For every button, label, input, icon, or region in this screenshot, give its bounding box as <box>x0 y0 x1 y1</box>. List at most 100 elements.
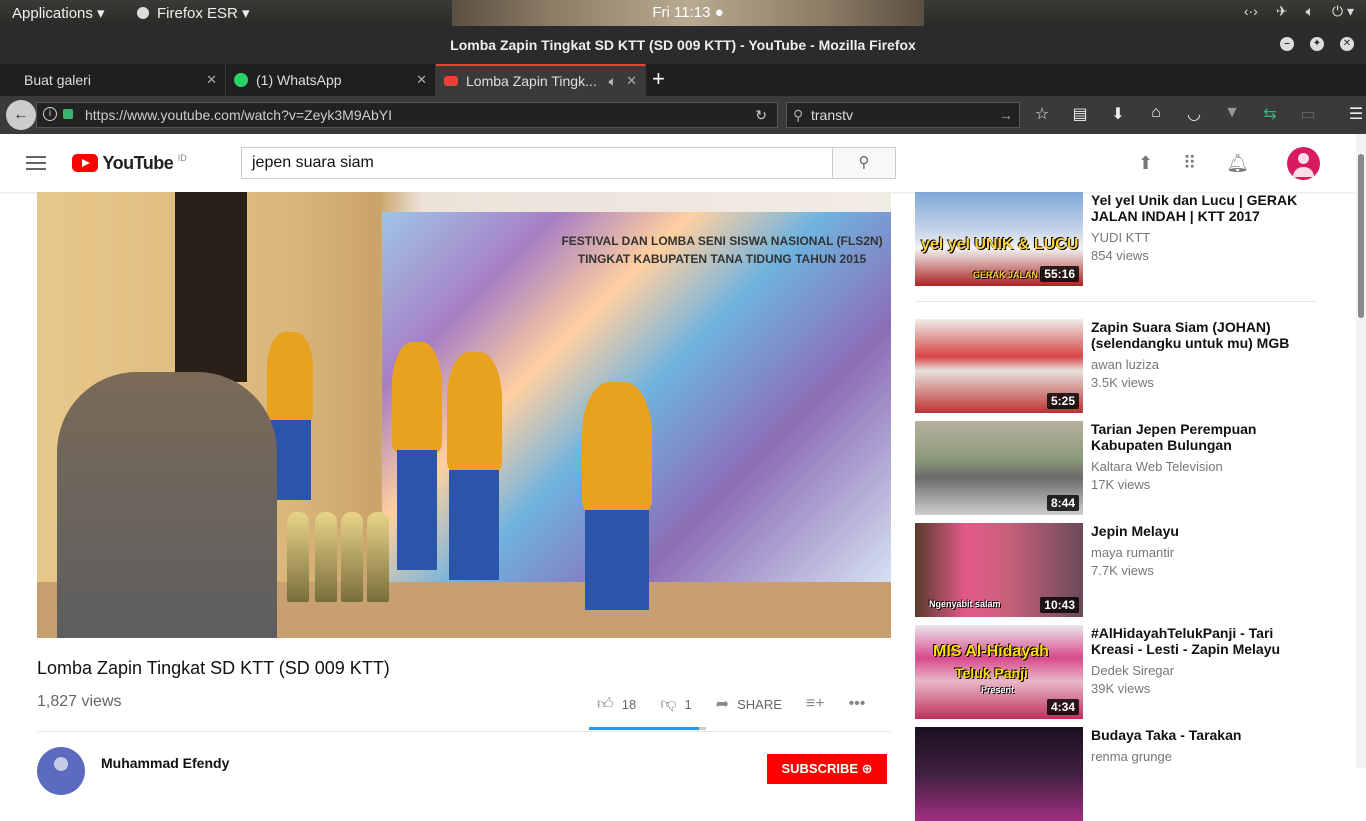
close-tab-icon[interactable]: ✕ <box>206 64 217 96</box>
thumbnail-overlay-text: GERAK JALAN IN <box>973 270 1050 280</box>
share-button[interactable]: ➦ SHARE <box>716 694 782 714</box>
window-title: Lomba Zapin Tingkat SD KTT (SD 009 KTT) … <box>450 37 916 53</box>
dancer <box>447 352 502 472</box>
youtube-logo[interactable]: YouTube ID <box>72 153 187 174</box>
close-tab-icon[interactable]: ✕ <box>626 66 637 96</box>
thumbnail-overlay-text: Ngenyabit salam <box>929 599 1001 609</box>
thumbs-up-icon: 👍︎ <box>597 695 614 713</box>
dancer <box>392 342 442 452</box>
recommendation-item[interactable]: 5:25 Zapin Suara Siam (JOHAN) (selendang… <box>915 319 1317 413</box>
close-tab-icon[interactable]: ✕ <box>416 64 427 96</box>
account-avatar[interactable] <box>1287 147 1320 180</box>
banner-text: FESTIVAL DAN LOMBA SENI SISWA NASIONAL (… <box>561 234 883 266</box>
power-icon: ⏻ ▾ <box>1332 3 1354 19</box>
recommendation-item[interactable]: Ngenyabit salam 10:43 Jepin Melayu maya … <box>915 523 1317 617</box>
bookmark-star-icon[interactable]: ☆ <box>1032 104 1052 124</box>
video-thumbnail[interactable]: 5:25 <box>915 319 1083 413</box>
back-button[interactable]: ← <box>6 100 36 130</box>
clock[interactable]: Fri 11:13 ● <box>452 0 924 26</box>
apps-grid-icon[interactable]: ⠿ <box>1183 153 1196 174</box>
video-thumbnail[interactable]: 8:44 <box>915 421 1083 515</box>
downloads-icon[interactable]: ⬇ <box>1108 104 1128 124</box>
recommendation-title[interactable]: Jepin Melayu <box>1091 523 1311 539</box>
duration-badge: 55:16 <box>1040 266 1079 282</box>
guide-menu-icon[interactable] <box>26 156 46 174</box>
recommendation-item[interactable]: yel yel UNIK & LUCU GERAK JALAN IN 55:16… <box>915 192 1317 286</box>
tab-buat-galeri[interactable]: Buat galeri ✕ <box>0 64 226 96</box>
dancer-skirt <box>585 510 649 610</box>
maximize-button[interactable]: ✦ <box>1310 37 1324 51</box>
speaker-icon[interactable]: 🔈︎ <box>609 66 617 96</box>
applications-menu[interactable]: Applications ▾ <box>12 4 105 22</box>
recommendation-views: 39K views <box>1091 681 1151 696</box>
recommendation-channel: Dedek Siregar <box>1091 663 1175 678</box>
home-icon[interactable]: ⌂ <box>1146 104 1166 124</box>
minimize-button[interactable]: – <box>1280 37 1294 51</box>
reload-icon[interactable]: ↻ <box>755 103 767 127</box>
sync-arrows-icon[interactable]: ⇆ <box>1260 104 1280 124</box>
trophy <box>315 512 337 602</box>
add-to-playlist-button[interactable]: ≡+ <box>806 695 825 713</box>
recommendation-title[interactable]: Zapin Suara Siam (JOHAN) (selendangku un… <box>1091 319 1311 351</box>
video-player[interactable]: FESTIVAL DAN LOMBA SENI SISWA NASIONAL (… <box>37 192 891 638</box>
pocket-icon[interactable]: ◡ <box>1184 104 1204 124</box>
recommendation-item[interactable]: 8:44 Tarian Jepen Perempuan Kabupaten Bu… <box>915 421 1317 515</box>
video-thumbnail[interactable]: MIS Al-Hidayah Teluk Panji Present 4:34 <box>915 625 1083 719</box>
recommendation-channel: Kaltara Web Television <box>1091 459 1223 474</box>
recommendation-title[interactable]: Tarian Jepen Perempuan Kabupaten Bulunga… <box>1091 421 1311 453</box>
video-thumbnail[interactable]: Ngenyabit salam 10:43 <box>915 523 1083 617</box>
more-actions-button[interactable]: ••• <box>849 695 866 713</box>
extension-icon[interactable]: ▭ <box>1298 104 1318 124</box>
app-menu[interactable]: Firefox ESR ▾ <box>137 4 250 22</box>
recommendation-views: 7.7K views <box>1091 563 1154 578</box>
thumbnail-overlay-text: yel yel UNIK & LUCU <box>921 236 1079 253</box>
recommendation-title[interactable]: Yel yel Unik dan Lucu | GERAK JALAN INDA… <box>1091 192 1311 224</box>
youtube-search-input[interactable]: jepen suara siam <box>241 147 833 179</box>
airplane-icon: ✈ <box>1275 3 1288 19</box>
dancer <box>267 332 313 422</box>
recommendation-item[interactable]: Budaya Taka - Tarakan renma grunge <box>915 727 1317 821</box>
info-icon[interactable]: i <box>43 107 57 121</box>
thumbs-down-icon: 👎︎ <box>660 695 677 713</box>
scrollbar-thumb[interactable] <box>1358 154 1364 318</box>
recommendation-views: 854 views <box>1091 248 1149 263</box>
video-thumbnail[interactable]: yel yel UNIK & LUCU GERAK JALAN IN 55:16 <box>915 192 1083 286</box>
search-bar[interactable]: ⚲ transtv → <box>786 102 1020 128</box>
thumbnail-overlay-text: MIS Al-Hidayah <box>933 643 1049 660</box>
youtube-favicon-icon <box>444 76 458 86</box>
reader-view-icon[interactable]: ▤ <box>1070 104 1090 124</box>
recommendation-title[interactable]: Budaya Taka - Tarakan <box>1091 727 1311 743</box>
page-scrollbar[interactable] <box>1356 134 1366 768</box>
close-window-button[interactable]: ✕ <box>1340 37 1354 51</box>
share-arrow-icon: ➦ <box>715 696 730 713</box>
tab-youtube-active[interactable]: Lomba Zapin Tingk... 🔈︎ ✕ <box>436 64 646 96</box>
search-button[interactable]: ⚲ <box>832 147 896 179</box>
video-thumbnail[interactable] <box>915 727 1083 821</box>
like-button[interactable]: 👍︎ 18 <box>597 695 636 714</box>
system-tray[interactable]: ‹·› ✈ 🔈︎ ⏻ ▾ <box>1244 3 1354 20</box>
hamburger-menu-icon[interactable]: ☰ <box>1346 104 1366 124</box>
recommendation-item[interactable]: MIS Al-Hidayah Teluk Panji Present 4:34 … <box>915 625 1317 719</box>
tab-label: Buat galeri <box>24 72 91 88</box>
search-query-text: jepen suara siam <box>252 154 374 171</box>
channel-name[interactable]: Muhammad Efendy <box>101 755 229 771</box>
system-top-bar: Applications ▾ Firefox ESR ▾ Fri 11:13 ●… <box>0 0 1366 26</box>
notifications-bell-icon[interactable]: 🔔︎ <box>1226 153 1249 174</box>
upload-icon[interactable]: ⬆ <box>1138 153 1153 174</box>
go-arrow-icon[interactable]: → <box>999 103 1013 127</box>
duration-badge: 10:43 <box>1040 597 1079 613</box>
tab-whatsapp[interactable]: (1) WhatsApp ✕ <box>226 64 436 96</box>
network-arrows-icon: ‹·› <box>1243 3 1258 19</box>
like-ratio-fill <box>589 727 699 730</box>
tab-label: Lomba Zapin Tingk... <box>466 73 597 89</box>
lock-icon <box>63 109 73 119</box>
subscribe-button[interactable]: SUBSCRIBE ⊕ <box>767 754 887 784</box>
channel-avatar[interactable] <box>37 747 85 795</box>
dislike-button[interactable]: 👎︎ 1 <box>660 695 691 714</box>
url-bar[interactable]: i https://www.youtube.com/watch?v=Zeyk3M… <box>36 102 778 128</box>
like-ratio-bar <box>589 727 706 730</box>
vpn-icon[interactable]: ▼ <box>1222 104 1242 124</box>
dancer-skirt <box>449 470 499 580</box>
recommendation-title[interactable]: #AlHidayahTelukPanji - Tari Kreasi - Les… <box>1091 625 1311 657</box>
new-tab-button[interactable]: + <box>652 66 665 92</box>
